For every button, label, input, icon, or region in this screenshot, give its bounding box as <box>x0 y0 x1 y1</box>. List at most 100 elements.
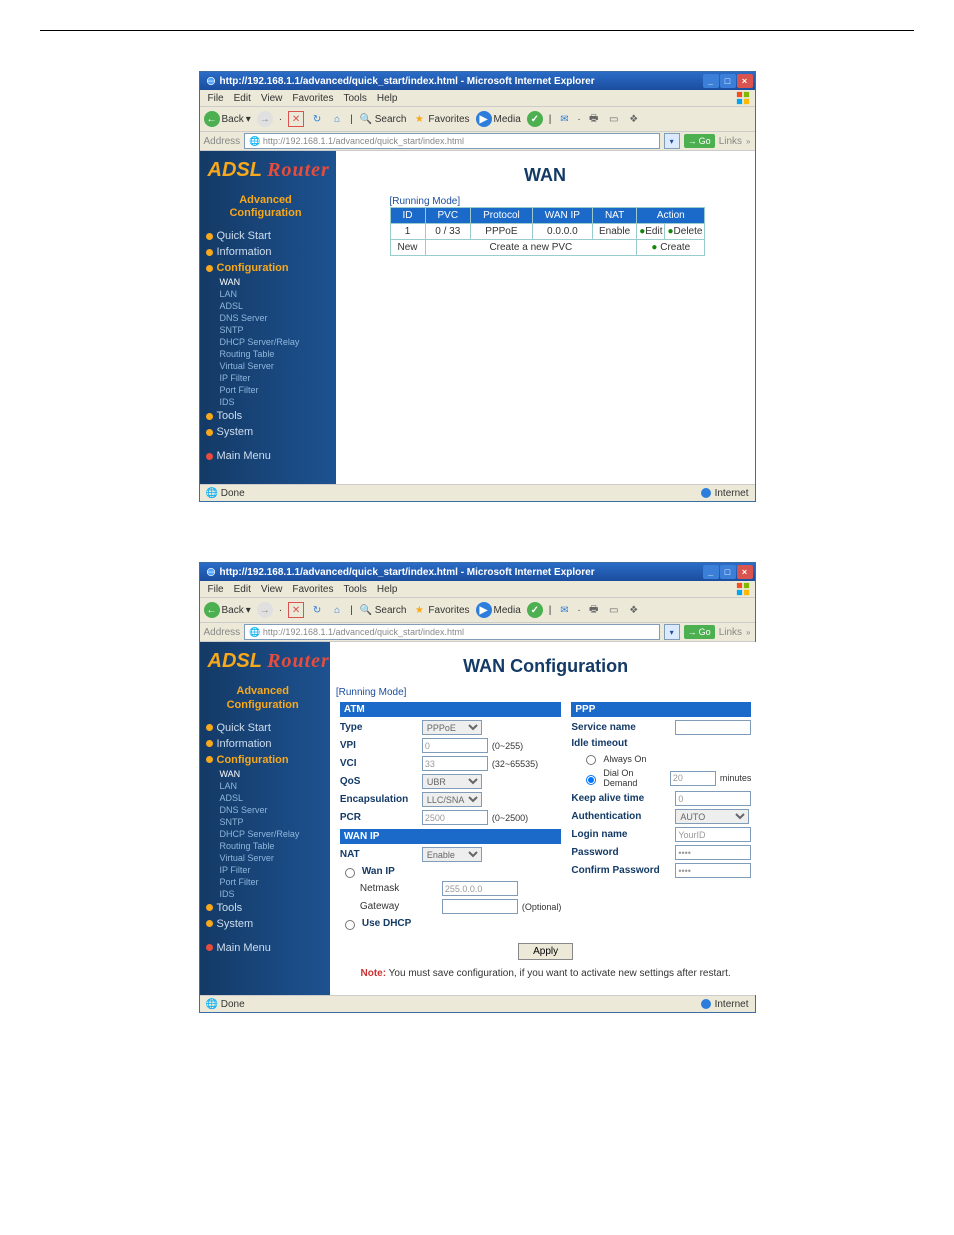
qos-select[interactable]: UBR <box>422 774 482 789</box>
address-label: Address <box>204 136 241 147</box>
nav-sub-vserver[interactable]: Virtual Server <box>220 360 336 372</box>
media-button[interactable]: ▶Media <box>476 111 521 127</box>
nav-system[interactable]: System <box>206 916 330 932</box>
save-note: Note: You must save configuration, if yo… <box>334 968 758 979</box>
menu-view[interactable]: View <box>257 93 287 104</box>
nav-sub-ids[interactable]: IDS <box>220 396 336 408</box>
stop-button[interactable]: ✕ <box>288 111 304 127</box>
maximize-button[interactable]: □ <box>720 565 736 579</box>
nav-quick-start[interactable]: Quick Start <box>206 228 336 244</box>
vci-input[interactable] <box>422 756 488 771</box>
go-button[interactable]: → Go <box>684 625 715 639</box>
dialondemand-radio[interactable] <box>586 775 596 785</box>
mail-button[interactable]: ✉ <box>557 112 571 126</box>
create-link[interactable]: ● Create <box>637 240 705 256</box>
address-dropdown[interactable]: ▾ <box>664 624 680 640</box>
nav-sub-dns[interactable]: DNS Server <box>220 312 336 324</box>
col-wanip: WAN IP <box>532 208 592 224</box>
forward-button[interactable]: → <box>257 111 273 127</box>
gateway-input[interactable] <box>442 899 518 914</box>
go-button[interactable]: → Go <box>684 134 715 148</box>
status-done: Done <box>221 488 245 499</box>
nav-sub-portfilter[interactable]: Port Filter <box>220 384 336 396</box>
nav-sub-sntp[interactable]: SNTP <box>220 324 336 336</box>
dod-input[interactable] <box>670 771 716 786</box>
col-action: Action <box>637 208 705 224</box>
menu-help[interactable]: Help <box>373 93 402 104</box>
sidebar-2: ADSL Router AdvancedConfiguration Quick … <box>200 642 330 995</box>
nav-quick-start[interactable]: Quick Start <box>206 720 330 736</box>
sidebar-heading: AdvancedConfiguration <box>206 681 330 719</box>
ie-icon <box>206 76 216 86</box>
nav-tools[interactable]: Tools <box>206 408 336 424</box>
history-button[interactable]: ✓ <box>527 111 543 127</box>
encap-select[interactable]: LLC/SNAP <box>422 792 482 807</box>
menu-edit[interactable]: Edit <box>230 93 255 104</box>
address-input[interactable]: 🌐 http://192.168.1.1/advanced/quick_star… <box>244 624 659 640</box>
keepalive-input[interactable] <box>675 791 751 806</box>
nav-configuration[interactable]: Configuration <box>206 260 336 276</box>
usedhcp-radio[interactable] <box>345 920 355 930</box>
status-bar-2: 🌐 Done Internet <box>200 995 755 1012</box>
nav-system[interactable]: System <box>206 424 336 440</box>
nav-sub-ipfilter[interactable]: IP Filter <box>220 372 336 384</box>
sidebar-heading: AdvancedConfiguration <box>206 190 336 228</box>
page-body-2: ADSL Router AdvancedConfiguration Quick … <box>200 642 755 995</box>
print-button[interactable]: 🖶 <box>587 112 601 126</box>
page-title: WAN <box>340 165 751 186</box>
confirm-password-input[interactable] <box>675 863 751 878</box>
vpi-input[interactable] <box>422 738 488 753</box>
content-wan-list: WAN [Running Mode] ID PVC Protocol WAN I… <box>336 151 755 484</box>
favorites-button[interactable]: ★Favorites <box>412 112 469 126</box>
screenshot-wan-config: http://192.168.1.1/advanced/quick_start/… <box>199 562 756 1013</box>
nav-main-menu[interactable]: Main Menu <box>206 448 336 464</box>
table-row-new: New Create a new PVC ● Create <box>390 240 705 256</box>
minimize-button[interactable]: _ <box>703 74 719 88</box>
search-button[interactable]: 🔍Search <box>359 112 407 126</box>
discuss-button[interactable]: ❖ <box>627 112 641 126</box>
menu-file[interactable]: File <box>204 93 228 104</box>
links-label[interactable]: Links <box>719 136 742 147</box>
nav-sub-wan[interactable]: WAN <box>220 276 336 288</box>
nav-information[interactable]: Information <box>206 244 336 260</box>
close-button[interactable]: × <box>737 565 753 579</box>
nav-information[interactable]: Information <box>206 736 330 752</box>
nav-tools[interactable]: Tools <box>206 900 330 916</box>
refresh-button[interactable]: ↻ <box>310 112 324 126</box>
window-title: http://192.168.1.1/advanced/quick_start/… <box>220 76 595 87</box>
pcr-input[interactable] <box>422 810 488 825</box>
menu-favorites[interactable]: Favorites <box>288 93 337 104</box>
menubar: File Edit View Favorites Tools Help <box>200 90 755 107</box>
maximize-button[interactable]: □ <box>720 74 736 88</box>
home-button[interactable]: ⌂ <box>330 112 344 126</box>
nav-sub-adsl[interactable]: ADSL <box>220 300 336 312</box>
apply-button[interactable]: Apply <box>518 943 573 960</box>
type-select[interactable]: PPPoE <box>422 720 482 735</box>
browser-toolbar-2: ←Back ▾ → · ✕ ↻ ⌂ | 🔍Search ★Favorites ▶… <box>200 598 755 623</box>
netmask-input[interactable] <box>442 881 518 896</box>
address-input[interactable]: 🌐 http://192.168.1.1/advanced/quick_star… <box>244 133 659 149</box>
page-header-rule <box>40 30 914 31</box>
nav-sub-routing[interactable]: Routing Table <box>220 348 336 360</box>
nav-sub-dhcp[interactable]: DHCP Server/Relay <box>220 336 336 348</box>
close-button[interactable]: × <box>737 74 753 88</box>
address-dropdown[interactable]: ▾ <box>664 133 680 149</box>
col-nat: NAT <box>592 208 636 224</box>
col-protocol: Protocol <box>471 208 533 224</box>
menu-tools[interactable]: Tools <box>339 93 370 104</box>
wanip-radio[interactable] <box>345 868 355 878</box>
nat-select[interactable]: Enable <box>422 847 482 862</box>
nav-configuration[interactable]: Configuration <box>206 752 330 768</box>
back-button[interactable]: ←Back ▾ <box>204 111 251 127</box>
edit-link[interactable]: ●Edit <box>637 224 665 240</box>
password-input[interactable] <box>675 845 751 860</box>
alwayson-radio[interactable] <box>586 755 596 765</box>
delete-link[interactable]: ●Delete <box>665 224 705 240</box>
edit-button[interactable]: ▭ <box>607 112 621 126</box>
nav-sub-lan[interactable]: LAN <box>220 288 336 300</box>
auth-select[interactable]: AUTO <box>675 809 749 824</box>
nav-main-menu[interactable]: Main Menu <box>206 940 330 956</box>
minimize-button[interactable]: _ <box>703 565 719 579</box>
service-input[interactable] <box>675 720 751 735</box>
login-input[interactable] <box>675 827 751 842</box>
